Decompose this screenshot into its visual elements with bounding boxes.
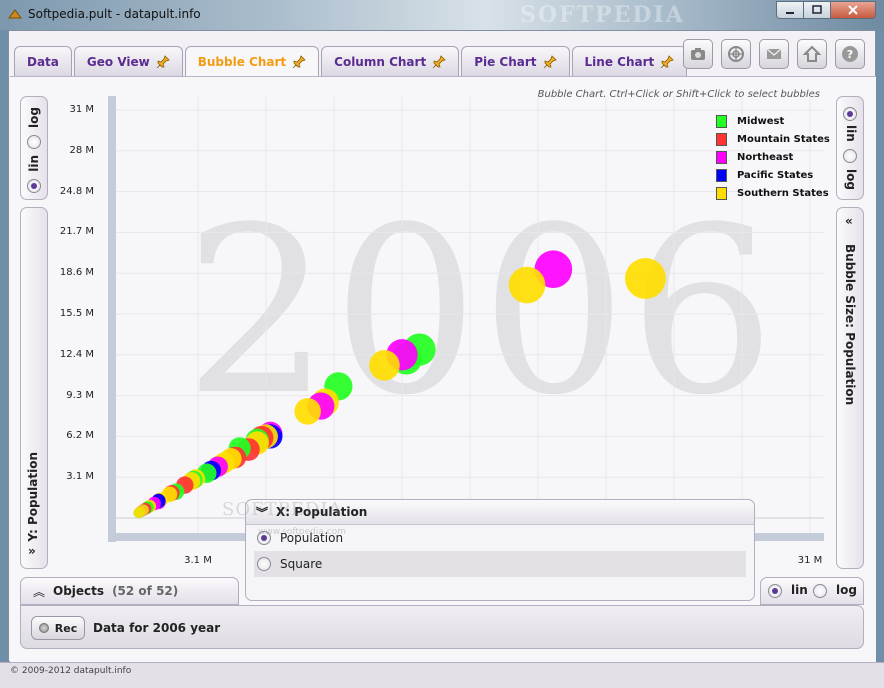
legend-item-northeast[interactable]: Northeast [716, 148, 830, 166]
x-option-label: Square [280, 557, 323, 571]
record-icon [38, 623, 49, 633]
objects-header[interactable]: ︽ Objects (52 of 52) [20, 577, 239, 605]
x-scale-panel: lin log [760, 577, 864, 605]
bubble[interactable] [508, 266, 546, 304]
x-scale-lin-radio[interactable] [768, 584, 782, 598]
legend-label: Southern States [737, 187, 829, 199]
objects-expand-icon[interactable]: ︽ [33, 583, 45, 600]
legend-item-pacific[interactable]: Pacific States [716, 166, 830, 184]
legend-swatch [716, 114, 727, 128]
status-bar: © 2009-2012 datapult.info [0, 662, 884, 688]
softpedia-url-watermark: www.softpedia.com [258, 527, 346, 537]
bubble[interactable] [625, 258, 666, 299]
record-button[interactable]: Rec [31, 616, 85, 640]
x-scale-lin-label: lin [791, 583, 808, 597]
bubble[interactable] [294, 398, 321, 425]
x-option-radio[interactable] [257, 557, 271, 571]
legend-swatch [716, 186, 727, 200]
legend-swatch [716, 168, 727, 182]
legend-item-southern[interactable]: Southern States [716, 184, 830, 202]
legend-item-midwest[interactable]: Midwest [716, 112, 830, 130]
x-scale-log-radio[interactable] [813, 584, 827, 598]
record-label: Rec [54, 621, 78, 635]
legend-item-mountain[interactable]: Mountain States [716, 130, 830, 148]
legend-label: Pacific States [737, 169, 814, 181]
timeline-bar: Rec Data for 2006 year [20, 605, 864, 649]
softpedia-watermark: SOFTPEDIA [222, 499, 343, 520]
x-scale-log-label: log [836, 583, 857, 597]
x-option-square[interactable]: Square [254, 551, 746, 577]
legend-swatch [716, 132, 727, 146]
legend-label: Midwest [737, 115, 785, 127]
copyright-text: © 2009-2012 datapult.info [10, 666, 132, 676]
bubble[interactable] [369, 350, 400, 381]
legend-label: Northeast [737, 151, 794, 163]
legend-label: Mountain States [737, 133, 830, 145]
legend-swatch [716, 150, 727, 164]
objects-count: (52 of 52) [112, 584, 179, 598]
legend: Midwest Mountain States Northeast Pacifi… [716, 112, 830, 202]
objects-label: Objects [53, 584, 105, 598]
bubble[interactable] [133, 507, 145, 519]
year-label: Data for 2006 year [93, 621, 221, 635]
